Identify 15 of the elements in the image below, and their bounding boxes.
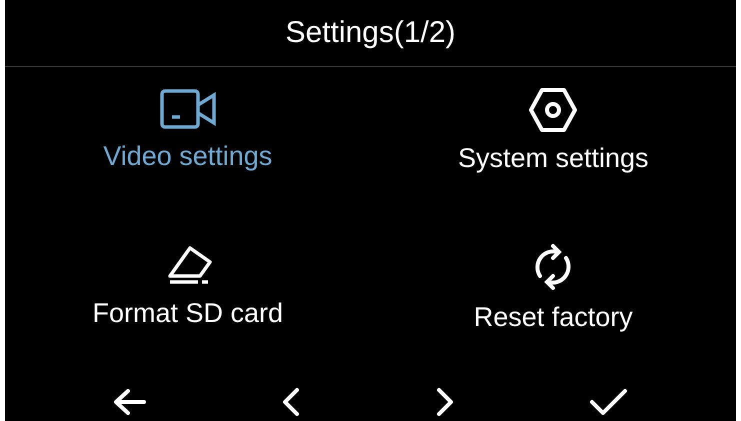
check-button[interactable] [589,388,628,416]
chevron-right-button[interactable] [436,386,454,416]
header-title: Settings(1/2) [285,16,456,50]
check-icon [589,388,628,416]
menu-item[interactable]: System settings [370,87,736,242]
back-arrow-icon [112,386,147,416]
menu-item[interactable]: Reset factory [370,242,736,382]
menu-item[interactable]: Video settings [5,87,370,242]
back-arrow-button[interactable] [112,386,147,416]
settings-icon [528,87,578,133]
video-camera-icon [160,87,216,131]
chevron-left-button[interactable] [282,386,300,416]
menu-item[interactable]: Format SD card [5,242,370,382]
chevron-right-icon [436,386,454,416]
chevron-left-icon [282,386,300,416]
